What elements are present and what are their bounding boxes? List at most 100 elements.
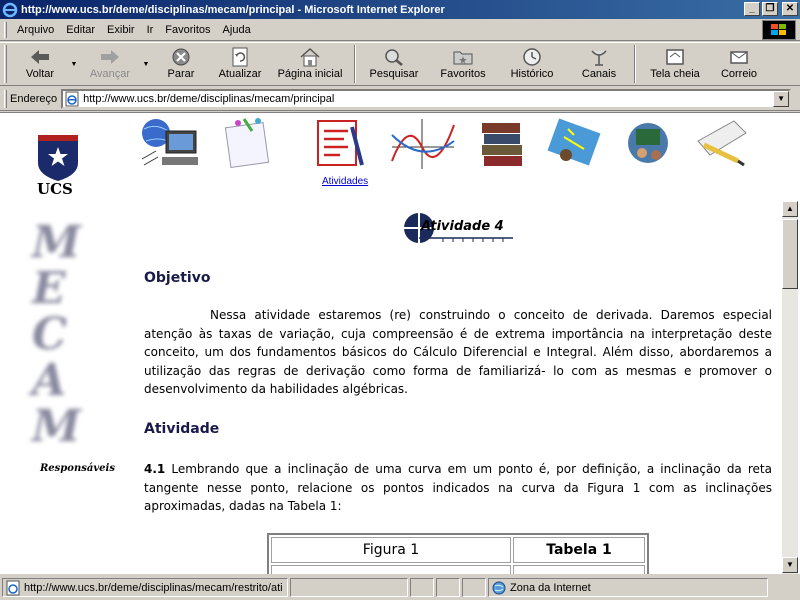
back-arrow-icon — [31, 50, 49, 64]
minimize-button[interactable]: _ — [744, 2, 760, 16]
mecam-letter-m2: M — [32, 401, 81, 452]
address-grip[interactable] — [4, 89, 7, 108]
address-field[interactable]: ▼ — [61, 88, 792, 109]
responsaveis-link[interactable]: Responsáveis — [40, 463, 115, 474]
title-bar: http://www.ucs.br/deme/disciplinas/mecam… — [0, 0, 800, 19]
objetivo-paragraph: Nessa atividade estaremos (re) construin… — [144, 306, 772, 399]
mail-label: Correio — [720, 68, 758, 80]
classroom-icon[interactable] — [626, 115, 670, 171]
history-label: Histórico — [510, 68, 554, 80]
channels-label: Canais — [581, 68, 617, 80]
forward-button[interactable]: Avançar — [79, 43, 141, 85]
status-panel-small — [436, 578, 460, 597]
forward-dropdown[interactable]: ▼ — [141, 43, 151, 85]
computer-globe-icon[interactable] — [136, 115, 202, 171]
mail-button[interactable]: Correio — [711, 43, 767, 85]
history-button[interactable]: Histórico — [497, 43, 567, 85]
status-panel-small — [462, 578, 486, 597]
stop-label: Parar — [167, 68, 195, 80]
home-label: Página inicial — [277, 68, 343, 80]
scroll-thumb[interactable] — [782, 219, 798, 289]
back-label: Voltar — [25, 68, 55, 80]
function-graph-icon[interactable] — [388, 115, 458, 171]
figure-header: Figura 1 — [271, 537, 511, 563]
address-input[interactable] — [83, 92, 764, 105]
toolbar-grip[interactable] — [4, 45, 7, 83]
menu-ajuda[interactable]: Ajuda — [217, 24, 257, 36]
standard-toolbar: Voltar ▼ Avançar ▼ Parar Atualizar Págin… — [0, 42, 800, 86]
mecam-letter-m: M — [32, 217, 81, 268]
mecam-letter-e: E — [32, 263, 66, 314]
home-button[interactable]: Página inicial — [269, 43, 351, 85]
page-icon — [6, 580, 20, 595]
stop-icon — [172, 48, 190, 66]
history-clock-icon — [523, 48, 541, 66]
menu-exibir[interactable]: Exibir — [101, 24, 141, 36]
refresh-icon — [232, 47, 248, 67]
status-url-panel: http://www.ucs.br/deme/disciplinas/mecam… — [2, 578, 288, 597]
figure-table: Figura 1 Tabela 1 — [267, 533, 649, 574]
forward-arrow-icon — [101, 50, 119, 64]
favorites-button[interactable]: Favoritos — [429, 43, 497, 85]
ruler-pencil-icon[interactable] — [694, 115, 750, 171]
window-title: http://www.ucs.br/deme/disciplinas/mecam… — [21, 3, 445, 16]
status-panel-small — [410, 578, 434, 597]
back-dropdown[interactable]: ▼ — [69, 43, 79, 85]
status-url: http://www.ucs.br/deme/disciplinas/mecam… — [24, 581, 283, 594]
menu-favoritos[interactable]: Favoritos — [159, 24, 216, 36]
channels-satellite-icon — [591, 50, 607, 66]
notepad-icon[interactable] — [222, 115, 274, 171]
scroll-up-button[interactable]: ▲ — [782, 201, 798, 217]
toolbar-separator — [354, 45, 356, 83]
objetivo-text: Nessa atividade estaremos (re) construin… — [144, 308, 772, 396]
page-content: UCS Atividades M E C A M Responsáveis At… — [0, 112, 800, 574]
channels-button[interactable]: Canais — [567, 43, 631, 85]
math-blackboard-icon[interactable] — [544, 115, 606, 171]
maximize-button[interactable]: ❐ — [762, 2, 778, 16]
objetivo-heading: Objetivo — [144, 270, 211, 286]
close-button[interactable]: ✕ — [782, 2, 798, 16]
status-panel-progress — [290, 578, 408, 597]
fullscreen-button[interactable]: Tela cheia — [639, 43, 711, 85]
home-icon — [300, 47, 320, 67]
page-icon — [65, 91, 79, 106]
menu-ir[interactable]: Ir — [141, 24, 160, 36]
ucs-logo-text: UCS — [37, 180, 73, 198]
windows-logo-icon — [762, 20, 796, 40]
stop-button[interactable]: Parar — [151, 43, 211, 85]
search-label: Pesquisar — [369, 68, 419, 80]
internet-zone-icon — [492, 581, 506, 594]
fullscreen-icon — [666, 49, 684, 65]
favorites-label: Favoritos — [440, 68, 486, 80]
atividade-heading: Atividade — [144, 421, 220, 437]
forward-label: Avançar — [89, 68, 131, 80]
vertical-scrollbar[interactable]: ▲ ▼ — [782, 201, 798, 574]
status-zone: Zona da Internet — [510, 581, 591, 594]
item-number: 4.1 — [144, 462, 166, 476]
books-icon[interactable] — [478, 115, 526, 171]
address-label: Endereço — [10, 92, 58, 105]
status-zone-panel: Zona da Internet — [488, 578, 768, 597]
ucs-logo: UCS — [34, 133, 82, 198]
search-globe-icon — [385, 49, 403, 66]
table-header: Tabela 1 — [513, 537, 645, 563]
favorites-folder-icon — [453, 51, 473, 65]
formula-sheet-icon[interactable] — [314, 115, 366, 171]
menu-grip[interactable] — [4, 21, 7, 38]
status-bar: http://www.ucs.br/deme/disciplinas/mecam… — [0, 575, 800, 600]
address-dropdown[interactable]: ▼ — [773, 90, 790, 107]
menu-editar[interactable]: Editar — [60, 24, 101, 36]
table-cell — [513, 565, 645, 574]
menu-bar: Arquivo Editar Exibir Ir Favoritos Ajuda — [0, 19, 800, 41]
mecam-letter-a: A — [32, 355, 67, 406]
back-button[interactable]: Voltar — [11, 43, 69, 85]
refresh-button[interactable]: Atualizar — [211, 43, 269, 85]
search-button[interactable]: Pesquisar — [359, 43, 429, 85]
scroll-down-button[interactable]: ▼ — [782, 557, 798, 573]
figure-cell — [271, 565, 511, 574]
menu-arquivo[interactable]: Arquivo — [11, 24, 60, 36]
item-paragraph: 4.1 Lembrando que a inclinação de uma cu… — [144, 460, 772, 516]
atividades-link[interactable]: Atividades — [322, 176, 368, 187]
ie-logo-icon — [2, 2, 18, 17]
mecam-letter-c: C — [32, 309, 68, 360]
